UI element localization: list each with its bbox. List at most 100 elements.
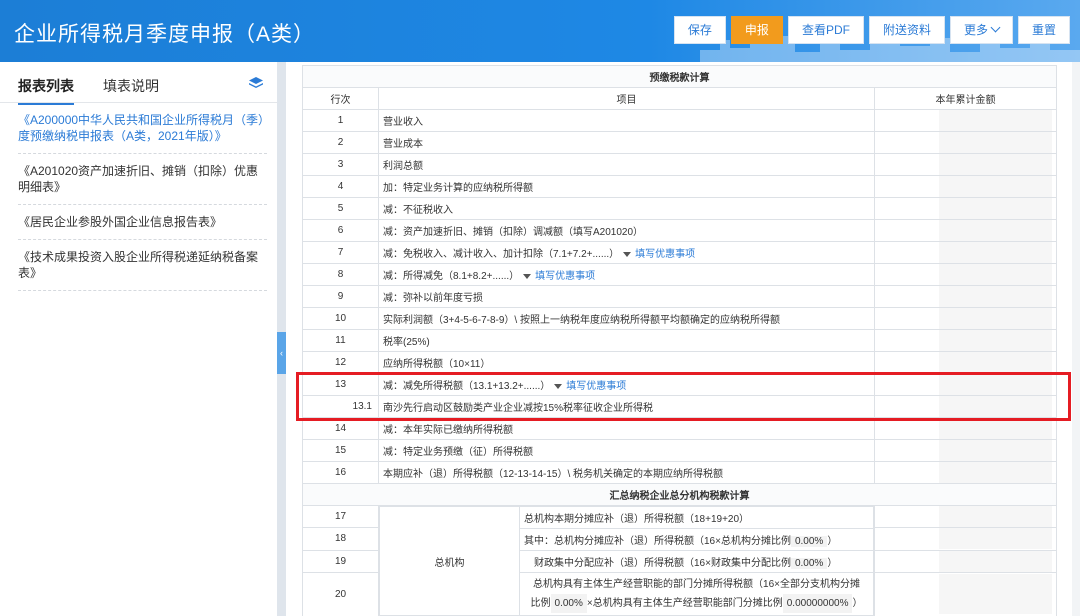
amount-input[interactable] <box>874 153 1057 176</box>
attachments-button[interactable]: 附送资料 <box>868 16 945 44</box>
hq-item: 总机构具有主体生产经营职能的部门分摊所得税额（16×全部分支机构分摊 比例 0.00… <box>519 572 874 616</box>
hq-item: 其中：总机构分摊应补（退）所得税额（16×总机构分摊比例 0.00%） <box>519 528 874 551</box>
row-item-label: 减：特定业务预缴（征）所得税额 <box>383 447 533 458</box>
row-item-label: 加：特定业务计算的应纳税所得额 <box>383 183 533 194</box>
amount-input[interactable] <box>874 197 1057 220</box>
row-item: 减：本年实际已缴纳所得税额 <box>378 417 875 440</box>
table-row: 16 本期应补（退）所得税额（12-13-14-15）\ 税务机关确定的本期应纳所… <box>302 461 1057 484</box>
row-item-label: 利润总额 <box>383 161 423 172</box>
row-number: 15 <box>302 439 379 462</box>
table-row: 8 减：所得减免（8.1+8.2+......） 填写优惠事项 <box>302 263 1057 286</box>
amount-input[interactable] <box>874 175 1057 198</box>
reset-button[interactable]: 重置 <box>1017 16 1070 44</box>
row-item-label: 减：本年实际已缴纳所得税额 <box>383 425 513 436</box>
row-number: 19 <box>302 549 379 573</box>
amount-input[interactable] <box>874 109 1057 132</box>
row-item: 营业成本 <box>378 131 875 154</box>
amount-input[interactable] <box>874 395 1057 418</box>
amount-input[interactable] <box>874 351 1057 374</box>
amount-input[interactable] <box>874 329 1057 352</box>
row-number: 17 <box>302 504 379 529</box>
tax-table: 预缴税款计算 行次 项目 本年累计金额 1 营业收入 2 营业成本 3 利润总额 4 加：特定… <box>302 65 1057 616</box>
page-title: 企业所得税月季度申报（A类） <box>14 23 316 46</box>
declare-button[interactable]: 申报 <box>730 16 783 44</box>
toolbar: 保存 申报 查看PDF 附送资料 更多 重置 <box>673 16 1070 44</box>
row-number: 2 <box>302 131 379 154</box>
table-row: 11 税率(25%) <box>302 329 1057 352</box>
closing-paren: ） <box>827 558 838 569</box>
row-number: 8 <box>302 263 379 286</box>
report-form: 预缴税款计算 行次 项目 本年累计金额 1 营业收入 2 营业成本 3 利润总额 4 加：特定… <box>286 62 1080 616</box>
amount-input[interactable] <box>874 439 1057 462</box>
tab-fill-instructions[interactable]: 填表说明 <box>103 76 159 96</box>
save-button[interactable]: 保存 <box>673 16 726 44</box>
hq-item-label: 其中：总机构分摊应补（退）所得税额（16×总机构分摊比例 <box>524 536 791 547</box>
row-number: 16 <box>302 461 379 484</box>
row-item: 营业收入 <box>378 109 875 132</box>
amount-input[interactable] <box>874 504 1057 529</box>
sidebar-item-foreign-report[interactable]: 《居民企业参股外国企业信息报告表》 <box>18 205 267 240</box>
row-number: 3 <box>302 153 379 176</box>
amount-input[interactable] <box>874 307 1057 330</box>
amount-input[interactable] <box>874 549 1057 573</box>
row-item-label: 南沙先行启动区鼓励类产业企业减按15%税率征收企业所得税 <box>383 403 654 414</box>
closing-paren: ） <box>852 598 863 609</box>
chevron-down-icon <box>990 22 1001 33</box>
amount-input[interactable] <box>874 571 1057 616</box>
hq-item: 总机构本期分摊应补（退）所得税额（18+19+20） <box>519 506 874 529</box>
sidebar-item-a200000[interactable]: 《A200000中华人民共和国企业所得税月（季）度预缴纳税申报表（A类，2021… <box>18 103 267 154</box>
ratio-value: 0.00% <box>550 594 587 613</box>
row-item-label: 减：弥补以前年度亏损 <box>383 293 483 304</box>
column-header-row: 行次 项目 本年累计金额 <box>302 87 1057 110</box>
row-item: 减：所得减免（8.1+8.2+......） 填写优惠事项 <box>378 263 875 286</box>
tab-report-list[interactable]: 报表列表 <box>18 76 74 105</box>
amount-input[interactable] <box>874 417 1057 440</box>
table-row: 7 减：免税收入、减计收入、加计扣除（7.1+7.2+......） 填写优惠事项 <box>302 241 1057 264</box>
fill-discount-link[interactable]: 填写优惠事项 <box>635 249 695 260</box>
hq-row: 总机构 总机构本期分摊应补（退）所得税额（18+19+20） <box>379 506 874 616</box>
amount-input[interactable] <box>874 461 1057 484</box>
sidebar-item-a201020[interactable]: 《A201020资产加速折旧、摊销（扣除）优惠明细表》 <box>18 154 267 205</box>
sidebar-item-tech-deferral[interactable]: 《技术成果投资入股企业所得税递延纳税备案表》 <box>18 240 267 291</box>
hq-item-line2: 比例 0.00% ×总机构具有主体生产经营职能部门分摊比例 0.00000000%） <box>524 594 869 613</box>
section-title: 预缴税款计算 <box>302 65 1057 88</box>
hq-block: 总机构 总机构本期分摊应补（退）所得税额（18+19+20） 其中：总机构分摊应补（… <box>379 506 875 616</box>
table-row: 17 总机构 总机构本期分摊应补（退）所得税额（18+19+20） 其中：总机构分摊应… <box>302 504 1057 616</box>
table-row: 14 减：本年实际已缴纳所得税额 <box>302 417 1057 440</box>
col-header-amount: 本年累计金额 <box>874 87 1057 110</box>
hq-inner-table: 总机构 总机构本期分摊应补（退）所得税额（18+19+20） 其中：总机构分摊应补（… <box>379 506 874 616</box>
layers-icon[interactable] <box>249 77 263 89</box>
section-title: 汇总纳税企业总分机构税款计算 <box>302 483 1057 506</box>
amount-input[interactable] <box>874 527 1057 551</box>
table-row: 15 减：特定业务预缴（征）所得税额 <box>302 439 1057 462</box>
amount-input[interactable] <box>874 241 1057 264</box>
more-label: 更多 <box>963 23 988 37</box>
ratio-value: 0.00% <box>790 558 828 569</box>
ratio-prefix: 比例 <box>530 598 551 609</box>
row-item-label: 减：不征税收入 <box>383 205 453 216</box>
amount-input[interactable] <box>874 219 1057 242</box>
section-header-row: 预缴税款计算 <box>302 65 1057 88</box>
row-number: 14 <box>302 417 379 440</box>
fill-discount-link[interactable]: 填写优惠事项 <box>566 381 626 392</box>
scrollbar[interactable] <box>1072 62 1080 616</box>
row-item-label: 实际利润额（3+4-5-6-7-8-9）\ 按照上一纳税年度应纳税所得额平均额确… <box>383 315 780 326</box>
amount-input[interactable] <box>874 373 1057 396</box>
view-pdf-button[interactable]: 查看PDF <box>787 16 864 44</box>
row-item-label: 营业收入 <box>383 117 423 128</box>
row-item: 加：特定业务计算的应纳税所得额 <box>378 175 875 198</box>
amount-input[interactable] <box>874 285 1057 308</box>
row-number: 4 <box>302 175 379 198</box>
dropdown-arrow-icon[interactable] <box>523 273 532 279</box>
collapse-sidebar-icon[interactable]: ‹ <box>277 332 286 374</box>
dropdown-arrow-icon[interactable] <box>623 251 632 257</box>
dropdown-arrow-icon[interactable] <box>554 383 563 389</box>
row-item: 本期应补（退）所得税额（12-13-14-15）\ 税务机关确定的本期应纳所得税… <box>378 461 875 484</box>
more-dropdown-button[interactable]: 更多 <box>949 16 1013 44</box>
row-number: 6 <box>302 219 379 242</box>
fill-discount-link[interactable]: 填写优惠事项 <box>535 271 595 282</box>
amount-input[interactable] <box>874 263 1057 286</box>
row-item: 减：不征税收入 <box>378 197 875 220</box>
amount-input[interactable] <box>874 131 1057 154</box>
hq-item-label: 财政集中分配应补（退）所得税额（16×财政集中分配比例 <box>534 558 791 569</box>
